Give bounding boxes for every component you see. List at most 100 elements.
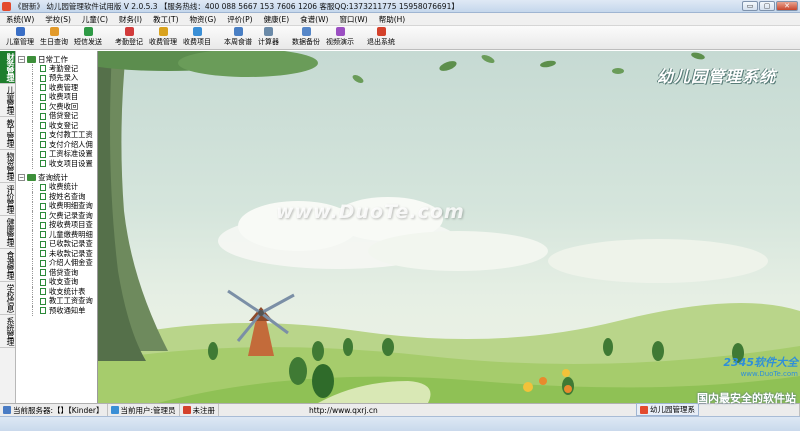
tree-item[interactable]: 儿童缴费明细 bbox=[16, 230, 97, 240]
toolbar-group: 数据备份 视频演示 bbox=[289, 26, 357, 47]
tree-item-label: 收支查询 bbox=[49, 277, 79, 287]
tree-item[interactable]: 教工工资查询 bbox=[16, 296, 97, 307]
module-tabs: 财务管理 儿童管理 教工管理 物资管理 评价管理 健康管理 食谱管理 学校信息 系统管理 bbox=[0, 51, 16, 403]
maximize-button[interactable]: ▢ bbox=[759, 1, 775, 11]
tree-item[interactable]: 未收款记录查 bbox=[16, 249, 97, 259]
collapse-icon[interactable]: − bbox=[18, 55, 25, 63]
document-icon bbox=[40, 278, 46, 286]
tree-item[interactable]: 借贷登记 bbox=[16, 111, 97, 122]
birthday-icon bbox=[49, 27, 59, 36]
folder-icon bbox=[27, 174, 36, 181]
tree-item-label: 借贷查询 bbox=[49, 267, 79, 277]
birthday-button[interactable]: 生日查询 bbox=[37, 26, 71, 47]
fee-button[interactable]: 收费管理 bbox=[146, 26, 180, 47]
document-icon bbox=[40, 307, 46, 315]
tree-item[interactable]: 已收款记录查 bbox=[16, 239, 97, 250]
child-button[interactable]: 儿童管理 bbox=[3, 26, 37, 47]
menu-recipe[interactable]: 食谱(W) bbox=[300, 14, 328, 25]
tree-item[interactable]: 收费统计 bbox=[16, 182, 97, 193]
site-logo: 2345软件大全 www.DuoTe.com bbox=[723, 354, 798, 378]
exit-icon bbox=[376, 27, 386, 36]
tree-item-label: 预先录入 bbox=[49, 73, 79, 83]
fee-item-button[interactable]: 收费项目 bbox=[180, 26, 214, 47]
tree-item[interactable]: 收支查询 bbox=[16, 277, 97, 288]
tree-item-label: 儿童缴费明细 bbox=[49, 229, 93, 239]
sms-button[interactable]: 短信发送 bbox=[71, 26, 105, 47]
module-tab[interactable]: 教工管理 bbox=[0, 117, 15, 150]
module-tab[interactable]: 学校信息 bbox=[0, 282, 15, 315]
tree-item[interactable]: 收支登记 bbox=[16, 121, 97, 131]
tree-item[interactable]: 按收费项目查 bbox=[16, 220, 97, 231]
tree-item[interactable]: 工资标准设置 bbox=[16, 149, 97, 160]
document-icon bbox=[40, 212, 46, 220]
tree-item[interactable]: 介绍人佣金查 bbox=[16, 258, 97, 269]
menu-health[interactable]: 健康(E) bbox=[264, 14, 290, 25]
tree-item-label: 欠费收回 bbox=[49, 101, 79, 111]
menu-finance[interactable]: 财务(I) bbox=[119, 14, 142, 25]
toolbar-group: 本周食谱 计算器 bbox=[221, 26, 282, 47]
menu-goods[interactable]: 物资(G) bbox=[190, 14, 217, 25]
menu-evaluation[interactable]: 评价(P) bbox=[227, 14, 252, 25]
tree-item[interactable]: 收费项目 bbox=[16, 92, 97, 103]
tree-item[interactable]: 预收通知单 bbox=[16, 306, 97, 316]
tree-item[interactable]: 欠费记录查询 bbox=[16, 211, 97, 221]
module-tab[interactable]: 健康管理 bbox=[0, 216, 15, 249]
video-button[interactable]: 视频演示 bbox=[323, 26, 357, 47]
tree-item[interactable]: 收支项目设置 bbox=[16, 159, 97, 169]
menu-button[interactable]: 本周食谱 bbox=[221, 26, 255, 47]
tree-item[interactable]: 预先录入 bbox=[16, 73, 97, 84]
document-icon bbox=[40, 122, 46, 130]
module-tab[interactable]: 评价管理 bbox=[0, 183, 15, 216]
module-tab[interactable]: 财务管理 bbox=[0, 51, 15, 84]
status-server-text: 当前服务器:【】【Kinder】 bbox=[13, 405, 104, 415]
menu-window[interactable]: 窗口(W) bbox=[339, 14, 367, 25]
landscape-illustration bbox=[98, 51, 800, 403]
tree-item[interactable]: 支付教工工资 bbox=[16, 130, 97, 141]
module-tab[interactable]: 物资管理 bbox=[0, 150, 15, 183]
document-icon bbox=[40, 183, 46, 191]
tree-item[interactable]: 支付介绍人佣 bbox=[16, 140, 97, 150]
module-tab[interactable]: 系统管理 bbox=[0, 315, 15, 348]
close-button[interactable]: ✕ bbox=[776, 1, 798, 11]
tree-item[interactable]: 借贷查询 bbox=[16, 268, 97, 278]
tree-item[interactable]: 考勤登记 bbox=[16, 64, 97, 74]
window-title: 《厨新》 幼儿园管理软件试用版 V 2.0.5.3 【服务热线：400 088 … bbox=[14, 1, 459, 11]
menu-system[interactable]: 系统(W) bbox=[6, 14, 34, 25]
document-icon bbox=[40, 202, 46, 210]
tree-item[interactable]: 收费明细查询 bbox=[16, 201, 97, 212]
status-url-text[interactable]: http://www.qxrj.cn bbox=[309, 406, 378, 415]
attendance-button[interactable]: 考勤登记 bbox=[112, 26, 146, 47]
taskbar-app-item[interactable]: 幼儿园管理系 bbox=[636, 403, 699, 416]
collapse-icon[interactable]: − bbox=[18, 174, 25, 181]
tree-group[interactable]: − 日常工作 bbox=[16, 54, 97, 64]
calculator-button[interactable]: 计算器 bbox=[255, 26, 282, 47]
document-icon bbox=[40, 103, 46, 111]
menu-help[interactable]: 帮助(H) bbox=[379, 14, 406, 25]
module-tab[interactable]: 食谱管理 bbox=[0, 249, 15, 282]
document-icon bbox=[40, 221, 46, 229]
document-icon bbox=[40, 74, 46, 82]
backup-button[interactable]: 数据备份 bbox=[289, 26, 323, 47]
tree-group[interactable]: − 查询统计 bbox=[16, 173, 97, 183]
document-icon bbox=[40, 259, 46, 267]
tree-item-label: 介绍人佣金查 bbox=[49, 258, 93, 268]
exit-button[interactable]: 退出系统 bbox=[364, 26, 398, 47]
tree-item[interactable]: 欠费收回 bbox=[16, 102, 97, 112]
tree-item[interactable]: 按姓名查询 bbox=[16, 192, 97, 202]
minimize-button[interactable]: ▭ bbox=[742, 1, 758, 11]
document-icon bbox=[40, 84, 46, 92]
tree-item[interactable]: 收支统计表 bbox=[16, 287, 97, 297]
menu-staff[interactable]: 教工(T) bbox=[153, 14, 178, 25]
status-registration: 未注册 bbox=[180, 403, 220, 417]
module-tab[interactable]: 儿童管理 bbox=[0, 84, 15, 117]
menu-child[interactable]: 儿童(C) bbox=[82, 14, 108, 25]
sms-icon bbox=[83, 27, 93, 36]
user-icon bbox=[110, 406, 119, 414]
menu-school[interactable]: 学校(S) bbox=[45, 14, 71, 25]
tree-item[interactable]: 收费管理 bbox=[16, 83, 97, 93]
toolbar-button-label: 考勤登记 bbox=[115, 38, 143, 46]
document-icon bbox=[40, 297, 46, 305]
document-icon bbox=[40, 160, 46, 168]
backup-icon bbox=[301, 27, 311, 36]
toolbar-group: 考勤登记 收费管理 收费项目 bbox=[112, 26, 214, 47]
